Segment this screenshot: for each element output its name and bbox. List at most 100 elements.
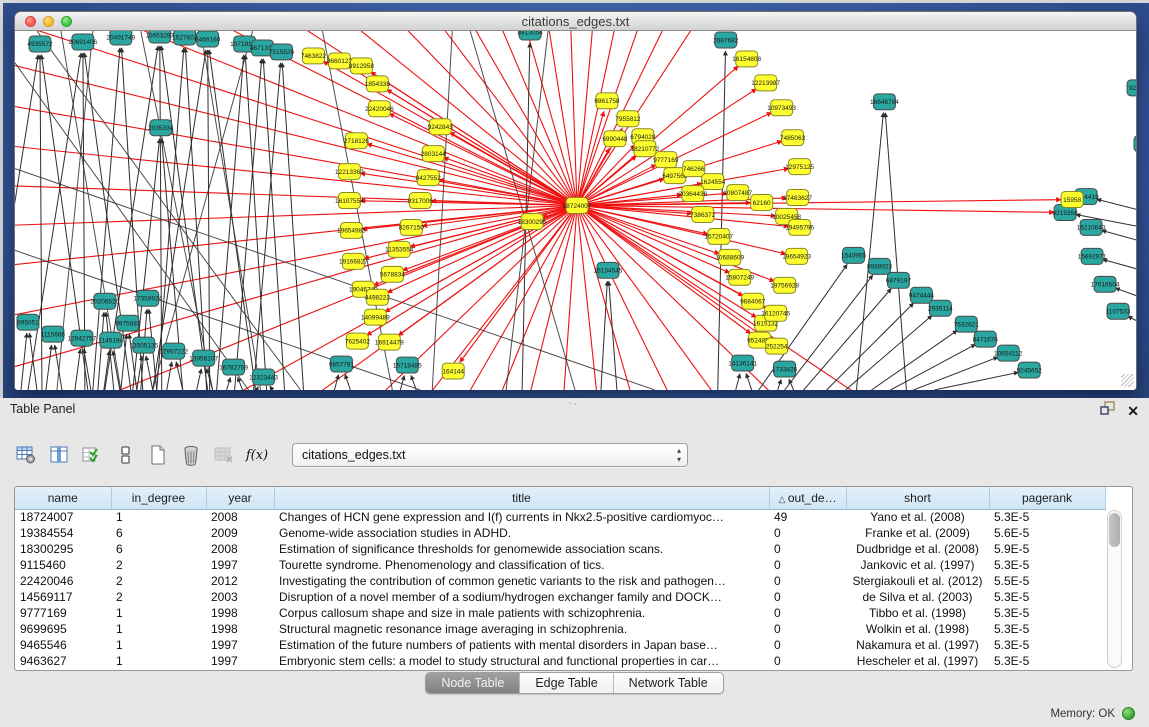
network-node[interactable]: 18300295 — [518, 213, 547, 229]
table-cell[interactable]: Franke et al. (2009) — [846, 525, 989, 541]
network-node[interactable]: 10654112 — [994, 345, 1023, 361]
table-cell[interactable]: Hescheler et al. (1997) — [846, 653, 989, 669]
table-cell[interactable]: 0 — [769, 557, 846, 573]
column-header-name[interactable]: name — [15, 487, 111, 509]
network-node[interactable]: 16210643 — [1077, 219, 1106, 235]
network-node[interactable]: 746266 — [683, 161, 705, 177]
float-window-icon[interactable] — [1100, 400, 1115, 422]
network-node[interactable]: 7632621 — [954, 316, 980, 332]
network-node[interactable]: 9684067 — [740, 293, 766, 309]
network-node[interactable]: 10973493 — [767, 100, 796, 116]
table-selector-dropdown[interactable]: citations_edges.txt ▴▾ — [292, 443, 688, 467]
table-cell[interactable]: 1997 — [206, 557, 274, 573]
table-cell[interactable]: Corpus callosum shape and size in male p… — [274, 605, 769, 621]
network-node[interactable]: 13505135 — [129, 337, 158, 353]
network-node[interactable]: 15718485 — [393, 357, 422, 373]
panel-splitter-handle[interactable] — [568, 401, 578, 406]
network-node[interactable]: 15692971 — [1078, 248, 1107, 264]
table-cell[interactable]: 6 — [111, 541, 206, 557]
network-window-titlebar[interactable]: citations_edges.txt — [15, 12, 1136, 31]
table-row[interactable]: 2242004622012Investigating the contribut… — [15, 573, 1105, 589]
network-node[interactable]: 20206526 — [90, 293, 119, 309]
table-cell[interactable]: 5.3E-5 — [989, 557, 1105, 573]
network-node[interactable]: 14136141 — [728, 355, 757, 371]
table-scrollbar[interactable] — [1107, 510, 1122, 668]
network-node[interactable]: 19495796 — [785, 219, 814, 235]
table-cell[interactable]: Disruption of a novel member of a sodium… — [274, 589, 769, 605]
table-cell[interactable]: 5.3E-5 — [989, 589, 1105, 605]
table-cell[interactable]: 5.9E-5 — [989, 541, 1105, 557]
table-row[interactable]: 911546021997Tourette syndrome. Phenomeno… — [15, 557, 1105, 573]
network-node[interactable]: 9857791 — [329, 356, 355, 372]
network-node[interactable]: 12323443 — [249, 369, 278, 385]
table-cell[interactable]: 1 — [111, 637, 206, 653]
network-node[interactable]: 22420046 — [365, 101, 394, 117]
table-cell[interactable]: 0 — [769, 605, 846, 621]
table-cell[interactable]: 19384554 — [15, 525, 111, 541]
network-node[interactable]: 164144 — [442, 363, 464, 379]
network-node[interactable]: 6879197 — [886, 272, 912, 288]
delete-table-icon[interactable] — [212, 443, 236, 467]
network-node[interactable]: 1624554 — [700, 174, 726, 190]
network-node[interactable]: 19166827 — [339, 253, 368, 269]
network-node[interactable]: 252254 — [766, 338, 788, 354]
table-row[interactable]: 1938455462009Genome-wide association stu… — [15, 525, 1105, 541]
table-cell[interactable]: 2008 — [206, 541, 274, 557]
table-cell[interactable]: 9115460 — [15, 557, 111, 573]
network-node[interactable]: 8813054 — [517, 31, 543, 40]
table-cell[interactable]: 9465546 — [15, 637, 111, 653]
network-node[interactable]: 7625402 — [345, 333, 371, 349]
table-cell[interactable]: Dudbridge et al. (2008) — [846, 541, 989, 557]
resize-grip[interactable] — [1121, 374, 1134, 387]
network-node[interactable]: 17463627 — [783, 190, 812, 206]
network-node[interactable]: 2935114 — [928, 300, 953, 316]
network-node[interactable]: 15720407 — [704, 228, 733, 244]
table-cell[interactable]: Stergiakouli et al. (2012) — [846, 573, 989, 589]
table-cell[interactable]: Tourette syndrome. Phenomenology and cla… — [274, 557, 769, 573]
table-cell[interactable]: 2008 — [206, 509, 274, 525]
table-cell[interactable]: 18300295 — [15, 541, 111, 557]
table-cell[interactable]: 5.6E-5 — [989, 525, 1105, 541]
network-node[interactable]: 2803144 — [421, 146, 447, 162]
network-node[interactable]: 6990448 — [602, 131, 628, 147]
table-cell[interactable]: 2 — [111, 557, 206, 573]
network-node[interactable]: 6961758 — [594, 93, 620, 109]
network-node[interactable]: 8471676 — [973, 331, 999, 347]
network-node[interactable]: 895051 — [17, 314, 39, 330]
network-node[interactable]: 16914479 — [375, 334, 404, 350]
table-cell[interactable]: 0 — [769, 573, 846, 589]
network-node[interactable]: 2035334 — [148, 120, 174, 136]
new-document-icon[interactable] — [146, 443, 170, 467]
table-cell[interactable]: Genome-wide association studies in ADHD. — [274, 525, 769, 541]
network-node[interactable]: 17359924 — [133, 290, 162, 306]
column-header-out_de[interactable]: △ out_de… — [769, 487, 846, 509]
network-node[interactable]: 13958107 — [189, 350, 218, 366]
table-cell[interactable]: 1997 — [206, 653, 274, 669]
network-node[interactable]: 20364436 — [678, 186, 707, 202]
network-node[interactable]: 20691406 — [68, 34, 97, 50]
table-cell[interactable]: 2003 — [206, 589, 274, 605]
table-cell[interactable]: 0 — [769, 525, 846, 541]
network-node[interactable]: 62160 — [751, 195, 773, 211]
network-node[interactable]: 8427552 — [416, 170, 442, 186]
network-node[interactable]: 17957222 — [159, 343, 188, 359]
network-node[interactable]: 7463822 — [301, 48, 327, 64]
table-row[interactable]: 977716911998Corpus callosum shape and si… — [15, 605, 1105, 621]
table-cell[interactable]: 49 — [769, 509, 846, 525]
network-node[interactable]: 15958 — [1061, 192, 1083, 208]
network-node[interactable]: 6466160 — [195, 31, 221, 47]
table-cell[interactable]: 1 — [111, 653, 206, 669]
table-cell[interactable]: 1997 — [206, 637, 274, 653]
network-node[interactable]: 9975887 — [115, 315, 141, 331]
table-cell[interactable]: 18724007 — [15, 509, 111, 525]
network-node[interactable]: 12213363 — [335, 164, 364, 180]
table-cell[interactable]: 2 — [111, 589, 206, 605]
column-header-year[interactable]: year — [206, 487, 274, 509]
network-node[interactable]: 10688609 — [715, 249, 744, 265]
table-row[interactable]: 946362711997Embryonic stem cells: a mode… — [15, 653, 1105, 669]
table-cell[interactable]: 0 — [769, 653, 846, 669]
network-node[interactable]: 1145194 — [98, 332, 123, 348]
network-node[interactable]: 12942757 — [67, 330, 96, 346]
network-node[interactable]: 7386372 — [690, 207, 716, 223]
table-cell[interactable]: Structural magnetic resonance image aver… — [274, 621, 769, 637]
